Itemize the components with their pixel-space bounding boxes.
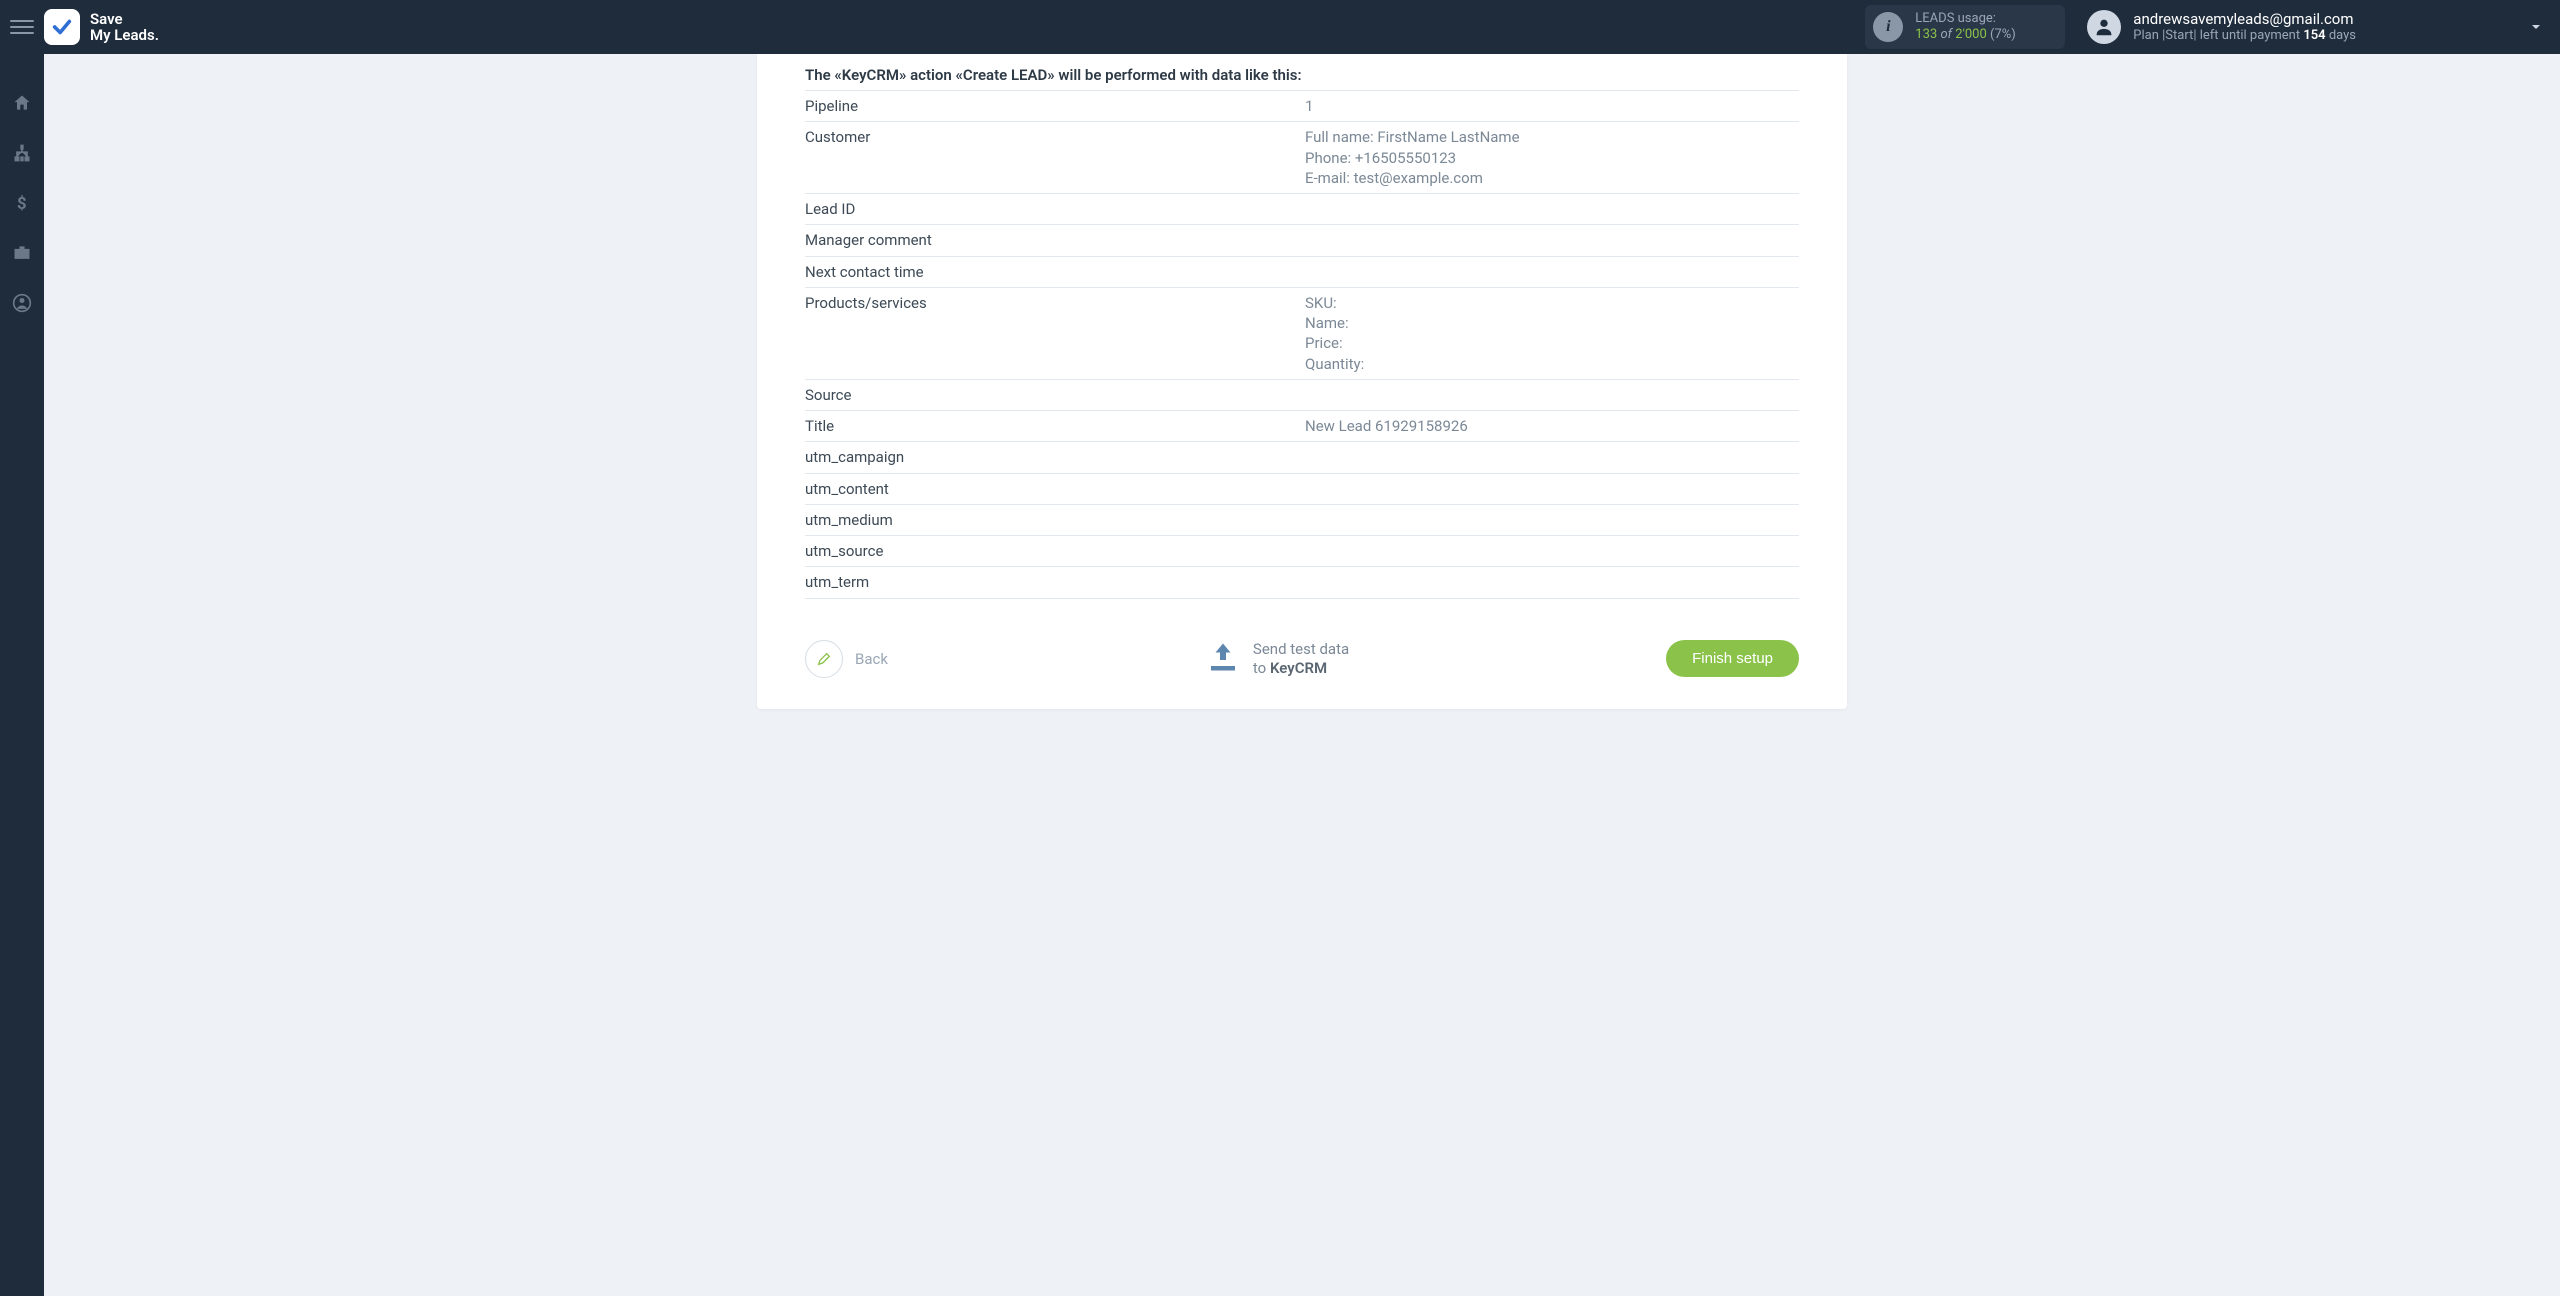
dollar-icon: $ [12, 193, 32, 213]
account-days-suffix: days [2326, 28, 2356, 43]
field-value [1305, 256, 1799, 287]
field-value [1305, 536, 1799, 567]
field-value [1305, 567, 1799, 598]
account-plan-prefix: Plan |Start| left until payment [2133, 28, 2303, 43]
field-key: utm_content [805, 473, 1305, 504]
field-value: New Lead 61929158926 [1305, 411, 1799, 442]
home-icon [12, 93, 32, 113]
leads-usage-used: 133 [1915, 27, 1937, 42]
send-test-line-2-prefix: to [1253, 659, 1270, 677]
back-button-label: Back [855, 650, 888, 668]
field-key: Pipeline [805, 91, 1305, 122]
table-row: Products/servicesSKU: Name: Price: Quant… [805, 287, 1799, 379]
field-key: Lead ID [805, 194, 1305, 225]
field-value [1305, 194, 1799, 225]
table-row: TitleNew Lead 61929158926 [805, 411, 1799, 442]
table-row: utm_source [805, 536, 1799, 567]
back-button-circle [805, 640, 843, 678]
sidebar-item-home[interactable] [9, 90, 35, 116]
leads-usage-total: 2'000 [1955, 27, 1987, 42]
pencil-icon [816, 651, 832, 667]
table-row: Next contact time [805, 256, 1799, 287]
field-value: Full name: FirstName LastName Phone: +16… [1305, 122, 1799, 194]
field-value [1305, 225, 1799, 256]
field-value [1305, 379, 1799, 410]
back-button[interactable]: Back [805, 640, 888, 678]
sidebar-item-profile[interactable] [9, 290, 35, 316]
field-value [1305, 504, 1799, 535]
header: Save My Leads. i LEADS usage: 133 of 2'0… [0, 0, 2560, 54]
sidebar-item-connections[interactable] [9, 140, 35, 166]
briefcase-icon [12, 243, 32, 263]
main-card: The «KeyCRM» action «Create LEAD» will b… [757, 54, 1847, 709]
account-box[interactable]: andrewsavemyleads@gmail.com Plan |Start|… [2087, 10, 2356, 45]
user-icon [2093, 16, 2115, 38]
table-row: utm_medium [805, 504, 1799, 535]
field-key: Source [805, 379, 1305, 410]
table-row: utm_campaign [805, 442, 1799, 473]
field-value [1305, 473, 1799, 504]
brand-name: Save My Leads. [90, 11, 159, 44]
field-key: Manager comment [805, 225, 1305, 256]
page-heading: The «KeyCRM» action «Create LEAD» will b… [805, 66, 1799, 84]
field-key: utm_campaign [805, 442, 1305, 473]
leads-usage-box[interactable]: i LEADS usage: 133 of 2'000 (7%) [1865, 5, 2065, 50]
table-row: Lead ID [805, 194, 1799, 225]
sitemap-icon [12, 143, 32, 163]
account-days-num: 154 [2303, 28, 2325, 43]
checkmark-icon [51, 16, 73, 38]
field-key: utm_medium [805, 504, 1305, 535]
table-row: CustomerFull name: FirstName LastName Ph… [805, 122, 1799, 194]
send-test-button[interactable]: Send test data to KeyCRM [1205, 639, 1349, 679]
sidebar: $ [0, 54, 44, 1296]
avatar [2087, 10, 2121, 44]
svg-text:$: $ [17, 195, 27, 213]
field-value: SKU: Name: Price: Quantity: [1305, 287, 1799, 379]
field-key: utm_term [805, 567, 1305, 598]
leads-usage-label: LEADS usage: [1915, 11, 2016, 27]
upload-icon [1205, 639, 1241, 679]
user-circle-icon [12, 293, 32, 313]
finish-setup-button[interactable]: Finish setup [1666, 640, 1799, 677]
table-row: Pipeline1 [805, 91, 1799, 122]
field-key: Products/services [805, 287, 1305, 379]
field-value [1305, 442, 1799, 473]
send-test-text: Send test data to KeyCRM [1253, 640, 1349, 678]
brand-line-2: My Leads. [90, 27, 159, 44]
account-lines: andrewsavemyleads@gmail.com Plan |Start|… [2133, 10, 2356, 45]
field-key: utm_source [805, 536, 1305, 567]
account-dropdown-toggle[interactable] [2526, 17, 2546, 37]
table-row: Manager comment [805, 225, 1799, 256]
field-key: Title [805, 411, 1305, 442]
field-key: Customer [805, 122, 1305, 194]
app-logo[interactable] [44, 9, 80, 45]
fields-table: Pipeline1CustomerFull name: FirstName La… [805, 90, 1799, 599]
table-row: utm_content [805, 473, 1799, 504]
send-test-target: KeyCRM [1270, 659, 1327, 677]
account-plan: Plan |Start| left until payment 154 days [2133, 28, 2356, 44]
leads-usage-of: of [1940, 27, 1952, 42]
info-icon: i [1873, 12, 1903, 42]
sidebar-item-briefcase[interactable] [9, 240, 35, 266]
content-area: The «KeyCRM» action «Create LEAD» will b… [44, 54, 2560, 1296]
table-row: Source [805, 379, 1799, 410]
chevron-down-icon [2528, 19, 2544, 35]
hamburger-menu-button[interactable] [10, 15, 34, 39]
leads-usage-text: LEADS usage: 133 of 2'000 (7%) [1915, 11, 2016, 44]
field-value: 1 [1305, 91, 1799, 122]
send-test-line-1: Send test data [1253, 640, 1349, 659]
sidebar-item-billing[interactable]: $ [9, 190, 35, 216]
account-email: andrewsavemyleads@gmail.com [2133, 10, 2356, 29]
footer-row: Back Send test data to KeyCRM Finish set… [757, 599, 1847, 679]
brand-line-1: Save [90, 10, 123, 28]
leads-usage-pct: (7%) [1990, 27, 2016, 42]
table-row: utm_term [805, 567, 1799, 598]
field-key: Next contact time [805, 256, 1305, 287]
